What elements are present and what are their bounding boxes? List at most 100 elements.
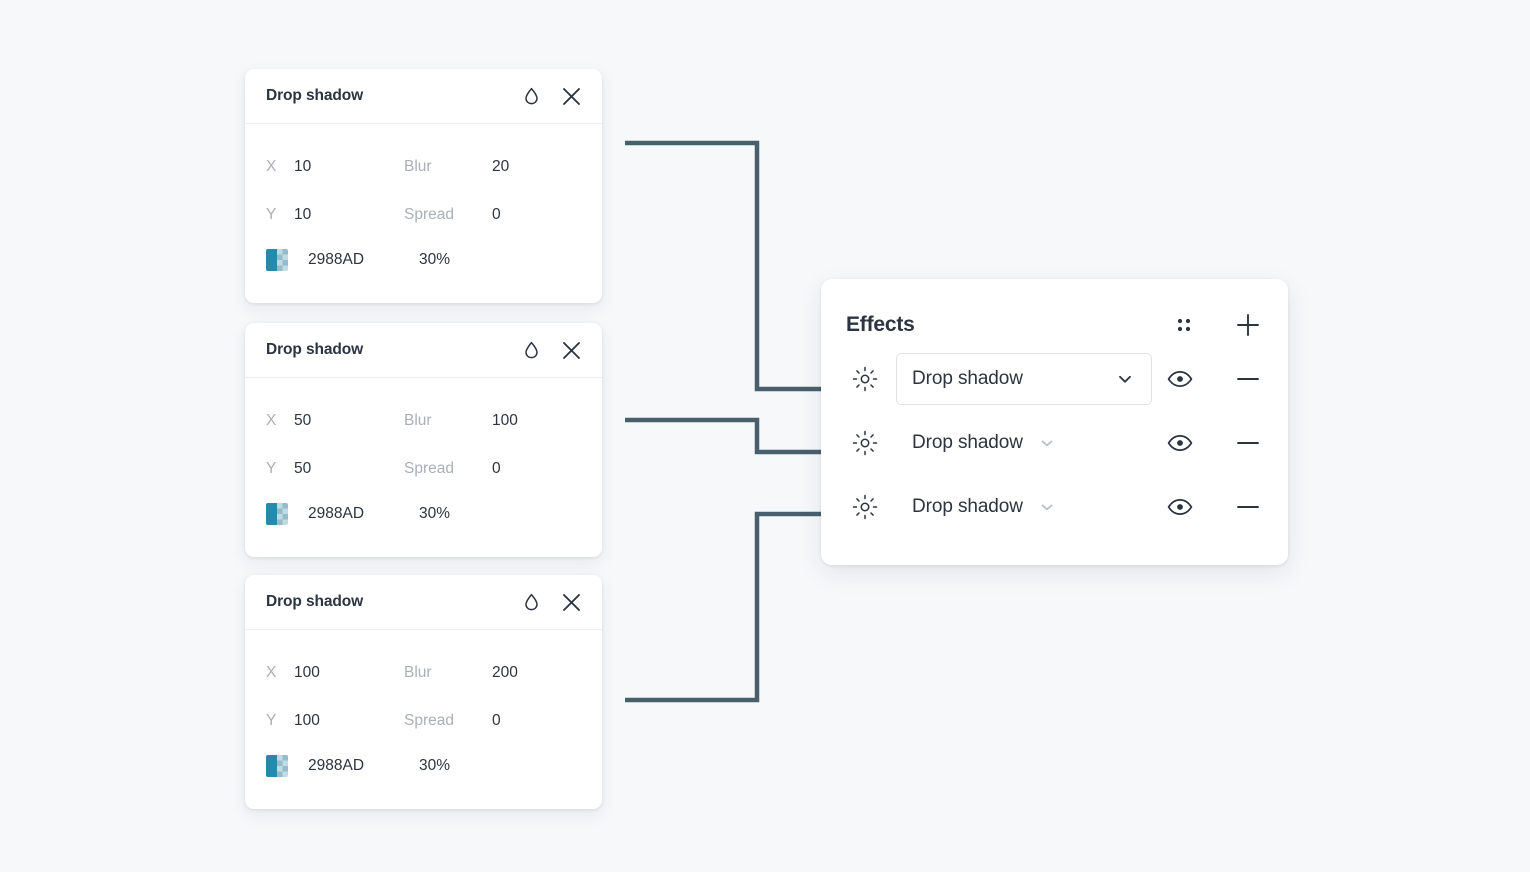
effect-row: Drop shadow: [845, 475, 1265, 539]
color-opacity-value[interactable]: 30%: [419, 757, 450, 775]
spread-value[interactable]: 0: [492, 206, 581, 224]
effect-type-select[interactable]: Drop shadow: [896, 481, 1152, 533]
effects-panel: Effects Drop shadow Drop shadow Drop sha…: [821, 279, 1288, 565]
effect-row: Drop shadow: [845, 411, 1265, 475]
blur-label: Blur: [404, 664, 432, 681]
effect-type-label: Drop shadow: [912, 432, 1023, 453]
y-value[interactable]: 10: [294, 206, 404, 224]
drop-shadow-card: Drop shadow X 10 Blur 20 Y 10 Spread 0 2…: [245, 69, 602, 303]
minus-icon[interactable]: [1235, 430, 1261, 456]
close-icon[interactable]: [561, 340, 582, 361]
color-row: 2988AD 30%: [266, 493, 581, 535]
effects-panel-header-icons: [1175, 312, 1261, 338]
blur-label: Blur: [404, 412, 432, 429]
swatch-alpha: [277, 249, 288, 271]
card-header-icons: [524, 86, 582, 107]
effect-type-label: Drop shadow: [912, 496, 1023, 517]
plus-icon[interactable]: [1235, 312, 1261, 338]
color-hex-value[interactable]: 2988AD: [308, 757, 419, 775]
effect-row-actions: [1167, 366, 1265, 392]
blur-label: Blur: [404, 158, 432, 175]
sun-icon: [845, 430, 885, 456]
droplet-icon[interactable]: [524, 341, 539, 359]
card-header: Drop shadow: [245, 575, 602, 630]
spread-value[interactable]: 0: [492, 712, 581, 730]
x-label: X: [266, 412, 277, 429]
spread-label: Spread: [404, 206, 454, 223]
y-label: Y: [266, 460, 277, 477]
color-opacity-value[interactable]: 30%: [419, 505, 450, 523]
sun-icon: [845, 494, 885, 520]
x-value[interactable]: 10: [294, 158, 404, 176]
eye-icon[interactable]: [1167, 369, 1193, 389]
blur-value[interactable]: 20: [492, 158, 581, 176]
close-icon[interactable]: [561, 86, 582, 107]
chevron-down-icon: [1115, 369, 1135, 389]
color-swatch[interactable]: [266, 755, 288, 777]
card-title: Drop shadow: [266, 341, 364, 358]
color-swatch[interactable]: [266, 249, 288, 271]
minus-icon[interactable]: [1235, 366, 1261, 392]
close-icon[interactable]: [561, 592, 582, 613]
spread-label: Spread: [404, 712, 454, 729]
field-row-x: X 50 Blur 100: [266, 397, 581, 445]
drop-shadow-card: Drop shadow X 50 Blur 100 Y 50 Spread 0 …: [245, 323, 602, 557]
blur-value[interactable]: 100: [492, 412, 581, 430]
drag-handle-icon[interactable]: [1175, 316, 1193, 334]
effect-type-select[interactable]: Drop shadow: [896, 353, 1152, 405]
effect-row: Drop shadow: [845, 347, 1265, 411]
minus-icon[interactable]: [1235, 494, 1261, 520]
connector-path-2: [625, 417, 832, 455]
sun-icon: [845, 366, 885, 392]
y-label: Y: [266, 712, 277, 729]
color-row: 2988AD 30%: [266, 745, 581, 787]
card-body: X 100 Blur 200 Y 100 Spread 0 2988AD 30%: [245, 630, 602, 809]
field-row-y: Y 50 Spread 0: [266, 445, 581, 493]
spread-value[interactable]: 0: [492, 460, 581, 478]
card-header: Drop shadow: [245, 323, 602, 378]
x-label: X: [266, 664, 277, 681]
color-hex-value[interactable]: 2988AD: [308, 251, 419, 269]
card-header: Drop shadow: [245, 69, 602, 124]
y-label: Y: [266, 206, 277, 223]
design-canvas: Drop shadow X 10 Blur 20 Y 10 Spread 0 2…: [0, 0, 1530, 872]
swatch-solid: [266, 755, 277, 777]
blur-value[interactable]: 200: [492, 664, 581, 682]
card-title: Drop shadow: [266, 87, 364, 104]
color-swatch[interactable]: [266, 503, 288, 525]
color-opacity-value[interactable]: 30%: [419, 251, 450, 269]
eye-icon[interactable]: [1167, 497, 1193, 517]
connector-lines: [625, 140, 832, 703]
swatch-solid: [266, 249, 277, 271]
card-body: X 10 Blur 20 Y 10 Spread 0 2988AD 30%: [245, 124, 602, 303]
swatch-solid: [266, 503, 277, 525]
field-row-x: X 10 Blur 20: [266, 143, 581, 191]
droplet-icon[interactable]: [524, 87, 539, 105]
x-value[interactable]: 50: [294, 412, 404, 430]
effect-type-label: Drop shadow: [912, 368, 1023, 389]
color-row: 2988AD 30%: [266, 239, 581, 281]
card-title: Drop shadow: [266, 593, 364, 610]
color-hex-value[interactable]: 2988AD: [308, 505, 419, 523]
x-label: X: [266, 158, 277, 175]
chevron-down-icon: [1037, 497, 1057, 517]
card-header-icons: [524, 592, 582, 613]
x-value[interactable]: 100: [294, 664, 404, 682]
y-value[interactable]: 100: [294, 712, 404, 730]
card-header-icons: [524, 340, 582, 361]
effect-row-actions: [1167, 430, 1265, 456]
field-row-y: Y 10 Spread 0: [266, 191, 581, 239]
card-body: X 50 Blur 100 Y 50 Spread 0 2988AD 30%: [245, 378, 602, 557]
connector-path-1: [625, 140, 832, 392]
droplet-icon[interactable]: [524, 593, 539, 611]
spread-label: Spread: [404, 460, 454, 477]
swatch-alpha: [277, 755, 288, 777]
effects-panel-header: Effects: [845, 303, 1265, 347]
connector-path-3: [625, 511, 832, 703]
field-row-x: X 100 Blur 200: [266, 649, 581, 697]
field-row-y: Y 100 Spread 0: [266, 697, 581, 745]
y-value[interactable]: 50: [294, 460, 404, 478]
effects-panel-title: Effects: [846, 313, 915, 336]
effect-type-select[interactable]: Drop shadow: [896, 417, 1152, 469]
eye-icon[interactable]: [1167, 433, 1193, 453]
